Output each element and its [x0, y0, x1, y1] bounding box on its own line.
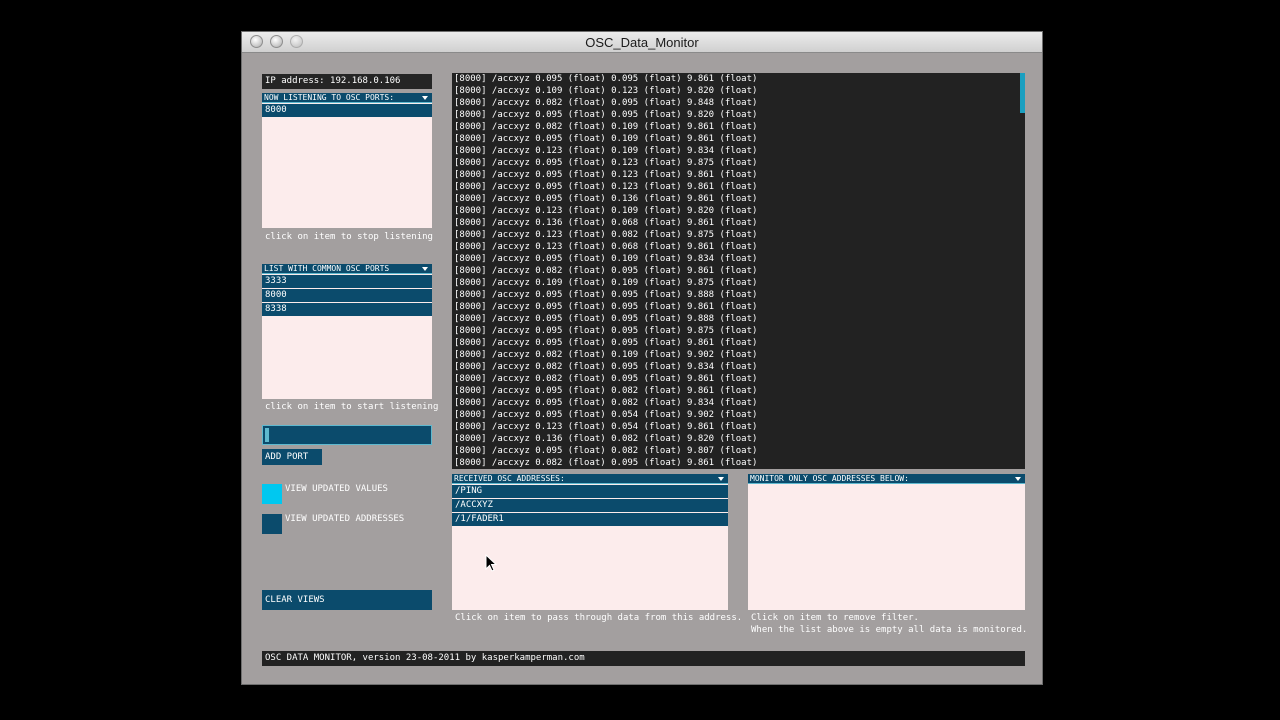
console-line: [8000] /accxyz 0.082 (float) 0.095 (floa… [454, 374, 758, 384]
console-scrollbar[interactable] [1020, 73, 1025, 113]
received-addresses-list: RECEIVED OSC ADDRESSES: /PING /ACCXYZ /1… [452, 474, 728, 610]
received-address-item[interactable]: /ACCXYZ [452, 499, 728, 512]
console-line: [8000] /accxyz 0.095 (float) 0.095 (floa… [454, 314, 758, 324]
console-line: [8000] /accxyz 0.095 (float) 0.136 (floa… [454, 194, 758, 204]
received-address-item[interactable]: /1/FADER1 [452, 513, 728, 526]
console-line: [8000] /accxyz 0.082 (float) 0.109 (floa… [454, 122, 758, 132]
window-title: OSC_Data_Monitor [585, 35, 699, 50]
view-addresses-label: VIEW UPDATED ADDRESSES [285, 514, 405, 524]
text-caret [265, 428, 269, 442]
common-ports-header[interactable]: LIST WITH COMMON OSC PORTS [262, 264, 432, 274]
console-line: [8000] /accxyz 0.123 (float) 0.109 (floa… [454, 206, 758, 216]
footer-version: OSC DATA MONITOR, version 23-08-2011 by … [262, 651, 1025, 666]
console-line: [8000] /accxyz 0.123 (float) 0.054 (floa… [454, 422, 758, 432]
ip-address-label: IP address: 192.168.0.106 [262, 74, 432, 89]
received-addresses-header-label: RECEIVED OSC ADDRESSES: [454, 474, 565, 483]
listening-ports-list: NOW LISTENING TO OSC PORTS: 8000 [262, 93, 432, 228]
console-line: [8000] /accxyz 0.095 (float) 0.054 (floa… [454, 410, 758, 420]
console-line: [8000] /accxyz 0.123 (float) 0.082 (floa… [454, 230, 758, 240]
received-address-item[interactable]: /PING [452, 485, 728, 498]
console-line: [8000] /accxyz 0.109 (float) 0.123 (floa… [454, 86, 758, 96]
clear-views-button[interactable]: CLEAR VIEWS [262, 590, 432, 610]
filter-hint-remove: Click on item to remove filter. [751, 613, 919, 623]
console-line: [8000] /accxyz 0.123 (float) 0.109 (floa… [454, 146, 758, 156]
listening-ports-header[interactable]: NOW LISTENING TO OSC PORTS: [262, 93, 432, 103]
chevron-down-icon [718, 477, 724, 481]
view-values-toggle[interactable] [262, 484, 282, 504]
view-addresses-toggle[interactable] [262, 514, 282, 534]
console-line: [8000] /accxyz 0.095 (float) 0.109 (floa… [454, 134, 758, 144]
console-line: [8000] /accxyz 0.095 (float) 0.095 (floa… [454, 326, 758, 336]
console-line: [8000] /accxyz 0.082 (float) 0.109 (floa… [454, 350, 758, 360]
common-ports-hint: click on item to start listening [265, 402, 439, 412]
console-line: [8000] /accxyz 0.095 (float) 0.095 (floa… [454, 74, 758, 84]
console-line: [8000] /accxyz 0.082 (float) 0.095 (floa… [454, 458, 758, 468]
mouse-pointer-icon [485, 554, 497, 572]
console-line: [8000] /accxyz 0.082 (float) 0.095 (floa… [454, 266, 758, 276]
osc-data-console[interactable]: [8000] /accxyz 0.095 (float) 0.095 (floa… [452, 73, 1025, 469]
console-line: [8000] /accxyz 0.082 (float) 0.095 (floa… [454, 362, 758, 372]
console-line: [8000] /accxyz 0.095 (float) 0.095 (floa… [454, 110, 758, 120]
chevron-down-icon [422, 267, 428, 271]
title-bar: OSC_Data_Monitor [242, 32, 1042, 53]
listening-port-item[interactable]: 8000 [262, 104, 432, 117]
console-line: [8000] /accxyz 0.095 (float) 0.123 (floa… [454, 182, 758, 192]
console-line: [8000] /accxyz 0.095 (float) 0.082 (floa… [454, 386, 758, 396]
filter-addresses-header-label: MONITOR ONLY OSC ADDRESSES BELOW: [750, 474, 909, 483]
console-line: [8000] /accxyz 0.095 (float) 0.123 (floa… [454, 158, 758, 168]
common-port-item[interactable]: 8338 [262, 303, 432, 316]
listening-ports-header-label: NOW LISTENING TO OSC PORTS: [264, 93, 395, 102]
common-ports-header-label: LIST WITH COMMON OSC PORTS [264, 264, 390, 273]
console-line: [8000] /accxyz 0.095 (float) 0.109 (floa… [454, 254, 758, 264]
common-port-item[interactable]: 3333 [262, 275, 432, 288]
console-line: [8000] /accxyz 0.109 (float) 0.109 (floa… [454, 278, 758, 288]
console-line: [8000] /accxyz 0.095 (float) 0.082 (floa… [454, 398, 758, 408]
console-line: [8000] /accxyz 0.095 (float) 0.095 (floa… [454, 338, 758, 348]
received-hint: Click on item to pass through data from … [455, 613, 743, 623]
received-addresses-header[interactable]: RECEIVED OSC ADDRESSES: [452, 474, 728, 484]
console-line: [8000] /accxyz 0.082 (float) 0.095 (floa… [454, 98, 758, 108]
app-window: OSC_Data_Monitor IP address: 192.168.0.1… [241, 31, 1043, 685]
listening-hint: click on item to stop listening [265, 232, 433, 242]
filter-addresses-list: MONITOR ONLY OSC ADDRESSES BELOW: [748, 474, 1025, 610]
console-lines: [8000] /accxyz 0.095 (float) 0.095 (floa… [454, 73, 757, 469]
console-line: [8000] /accxyz 0.095 (float) 0.095 (floa… [454, 302, 758, 312]
console-line: [8000] /accxyz 0.136 (float) 0.068 (floa… [454, 218, 758, 228]
filter-addresses-header[interactable]: MONITOR ONLY OSC ADDRESSES BELOW: [748, 474, 1025, 484]
console-line: [8000] /accxyz 0.095 (float) 0.082 (floa… [454, 446, 758, 456]
common-ports-list: LIST WITH COMMON OSC PORTS 3333 8000 833… [262, 264, 432, 399]
chevron-down-icon [1015, 477, 1021, 481]
view-values-label: VIEW UPDATED VALUES [285, 484, 388, 494]
console-line: [8000] /accxyz 0.123 (float) 0.068 (floa… [454, 242, 758, 252]
add-port-button[interactable]: ADD PORT [262, 449, 322, 465]
chevron-down-icon [422, 96, 428, 100]
console-line: [8000] /accxyz 0.136 (float) 0.082 (floa… [454, 434, 758, 444]
common-port-item[interactable]: 8000 [262, 289, 432, 302]
console-line: [8000] /accxyz 0.095 (float) 0.123 (floa… [454, 170, 758, 180]
filter-hint-empty: When the list above is empty all data is… [751, 625, 1028, 635]
port-input[interactable] [262, 425, 432, 445]
console-line: [8000] /accxyz 0.095 (float) 0.095 (floa… [454, 290, 758, 300]
